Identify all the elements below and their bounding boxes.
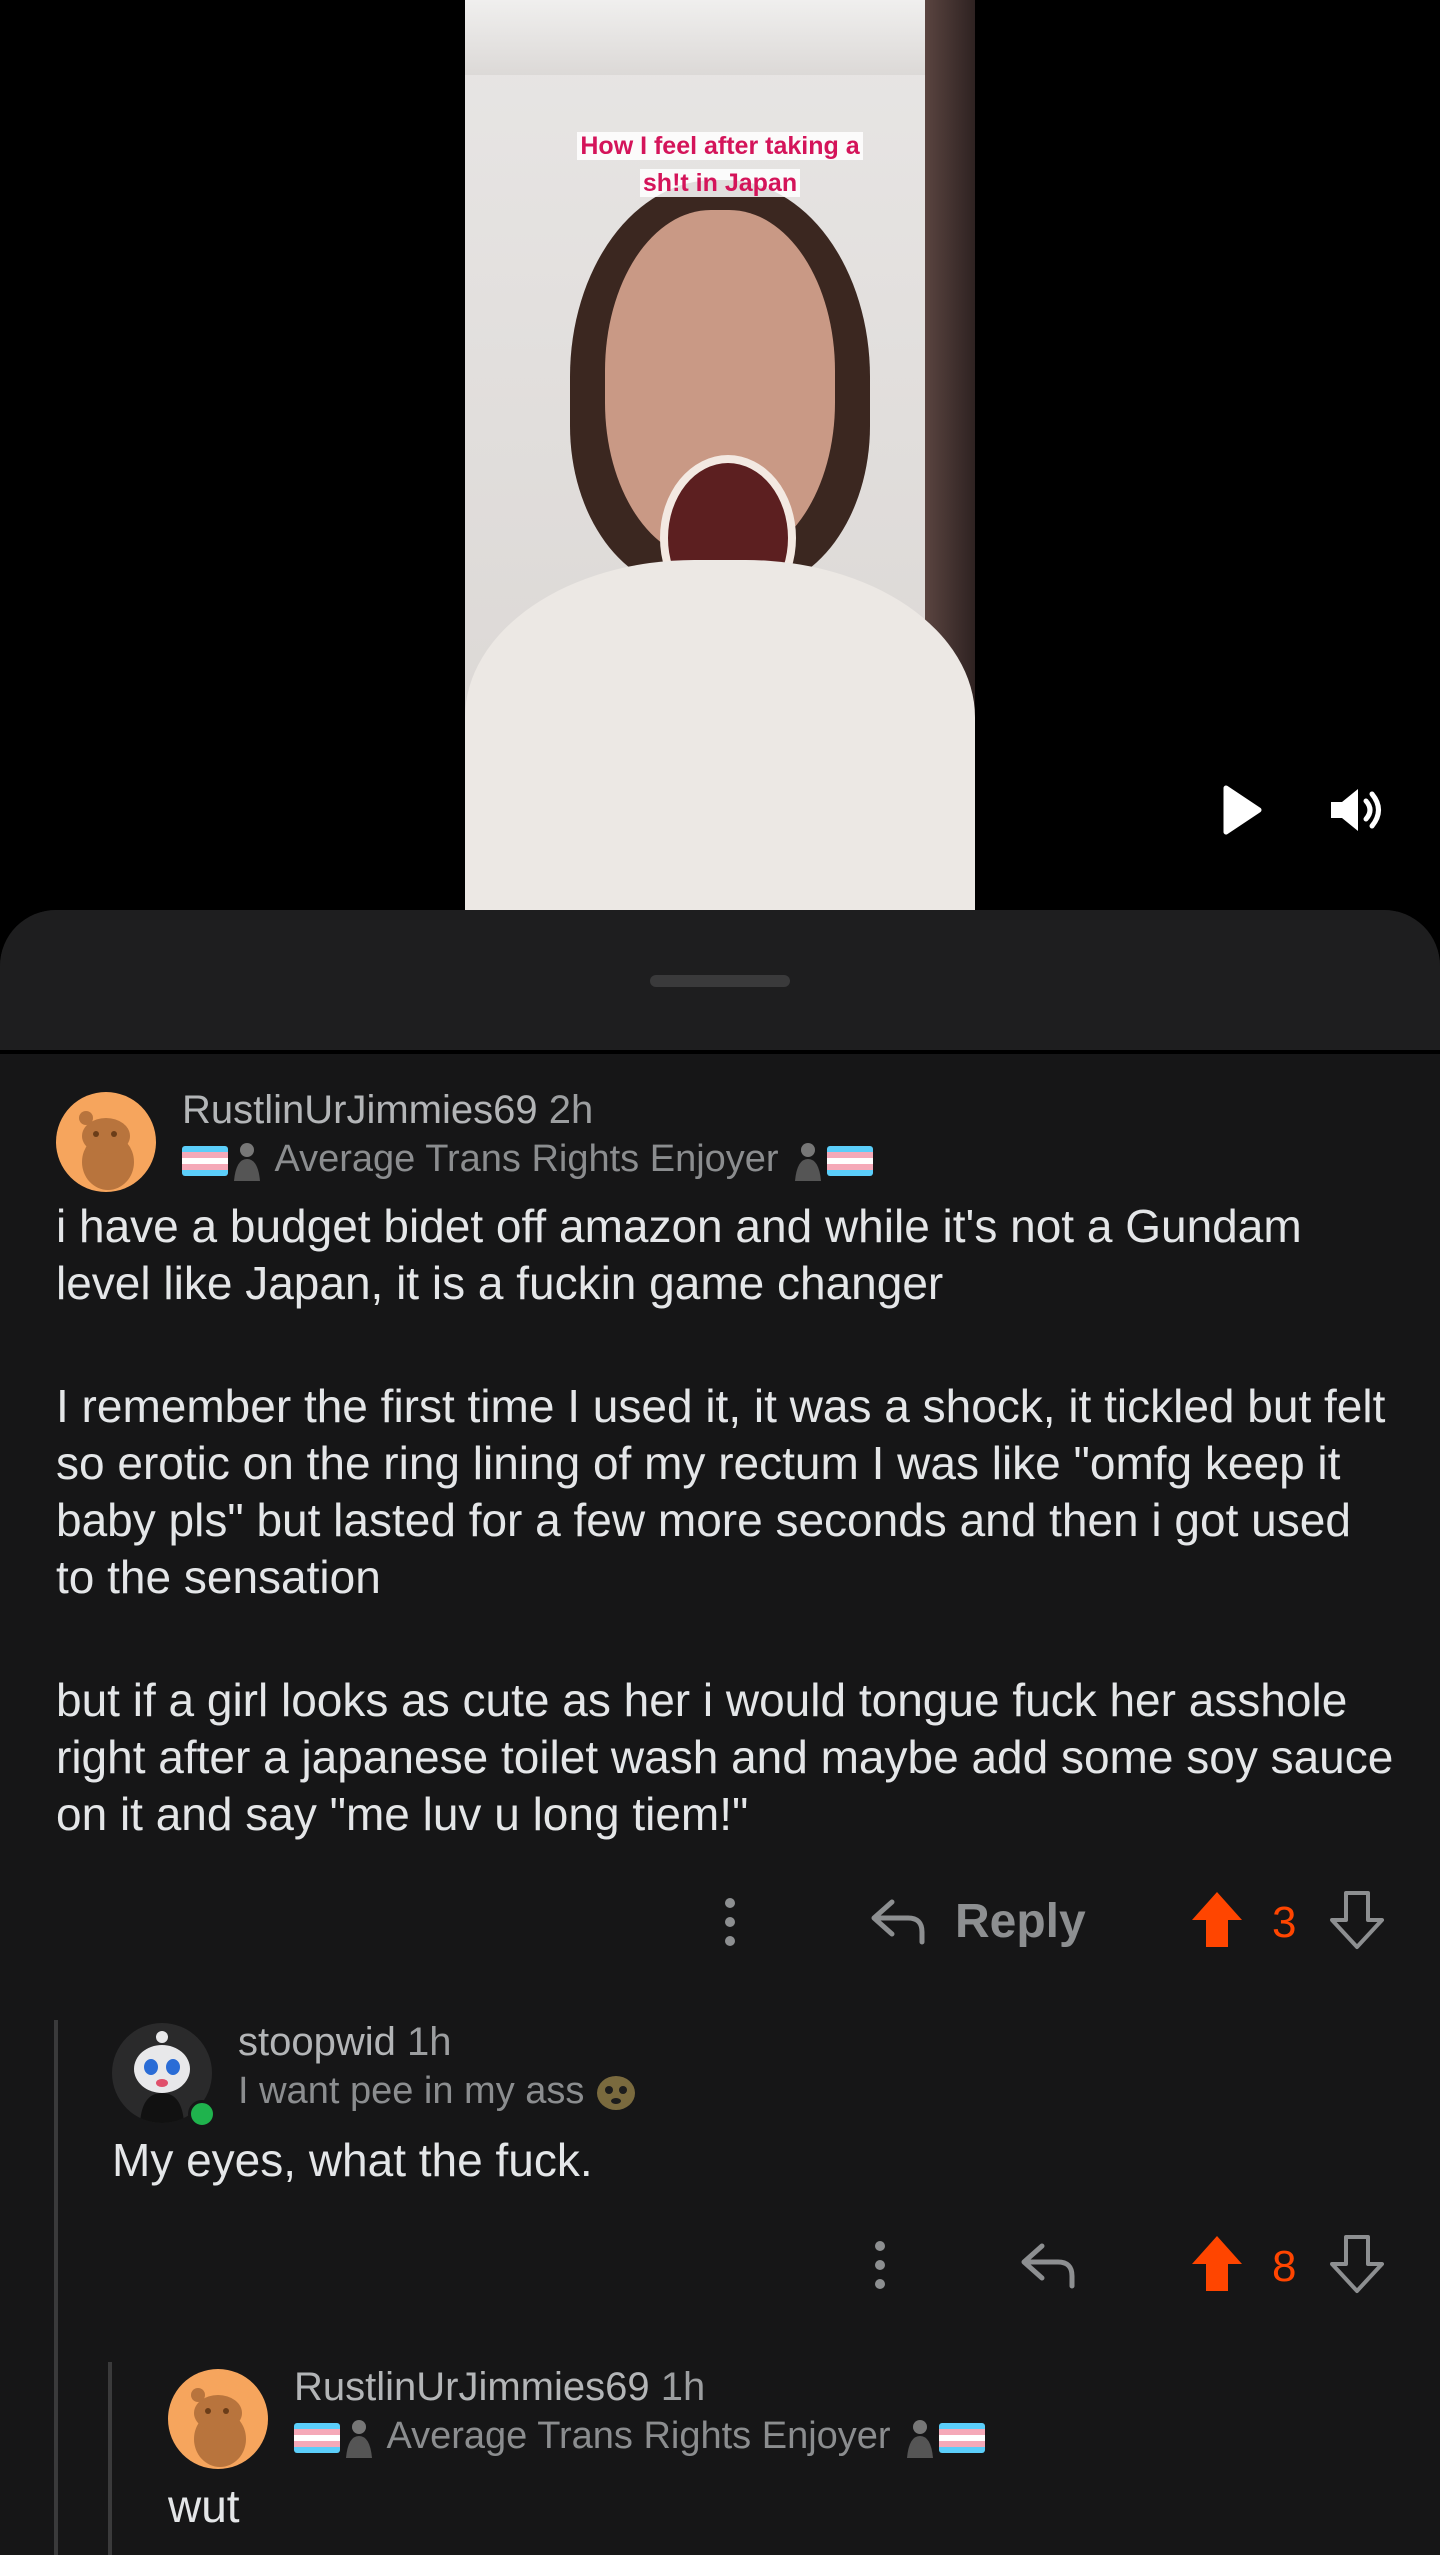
online-indicator <box>188 2100 216 2128</box>
play-icon <box>1223 785 1262 835</box>
more-vertical-icon <box>725 1898 735 1946</box>
sheet-header <box>0 910 1440 1054</box>
comment-body: My eyes, what the fuck. <box>112 2134 593 2186</box>
user-flair: I want pee in my ass <box>238 2070 637 2113</box>
downvote-button[interactable] <box>1330 1890 1384 1955</box>
snoo-avatar-icon <box>79 1111 134 1190</box>
video-person-sweater <box>465 560 975 910</box>
thread-line[interactable] <box>54 2020 58 2555</box>
vote-score: 8 <box>1272 2242 1297 2291</box>
trans-flag-icon <box>827 1145 874 1176</box>
reply-icon <box>1021 2243 1075 2289</box>
video-caption-line1: How I feel after taking a <box>577 132 863 160</box>
snoo-avatar-icon <box>191 2388 246 2467</box>
downvote-button[interactable] <box>1330 2234 1384 2299</box>
trans-flag-icon <box>294 2422 340 2453</box>
comment-body: I remember the first time I used it, it … <box>56 1380 1386 1603</box>
downvote-arrow-icon <box>1330 2235 1384 2293</box>
comment-age: 2h <box>548 1088 594 1132</box>
more-options-button[interactable] <box>715 1895 745 1954</box>
flair-text: I want pee in my ass <box>238 2070 585 2112</box>
user-avatar[interactable] <box>56 1092 156 1192</box>
comment-age: 1h <box>660 2365 706 2409</box>
more-options-button[interactable] <box>865 2238 895 2297</box>
thread-line[interactable] <box>108 2362 112 2555</box>
video-ceiling <box>465 0 975 75</box>
reply-button[interactable] <box>1020 2240 1076 2295</box>
comment-username-line: RustlinUrJimmies69 2h <box>182 1088 593 1133</box>
upvote-arrow-icon <box>1192 2236 1242 2291</box>
sound-button[interactable] <box>1328 785 1388 835</box>
video-caption-line2: sh!t in Japan <box>639 169 801 197</box>
video-caption: How I feel after taking a sh!t in Japan <box>465 128 975 202</box>
video-frame: How I feel after taking a sh!t in Japan <box>465 0 975 910</box>
trans-flag-icon <box>939 2422 986 2453</box>
comment-username-line: stoopwid 1h <box>238 2020 452 2065</box>
reply-icon <box>871 1899 925 1945</box>
comment-body: i have a budget bidet off amazon and whi… <box>56 1200 1302 1309</box>
volume-icon <box>1331 789 1381 831</box>
flair-text: Average Trans Rights Enjoyer <box>274 1138 779 1180</box>
upvote-button[interactable] <box>1190 2234 1244 2299</box>
comment-username-line: RustlinUrJimmies69 1h <box>294 2365 705 2410</box>
drag-handle[interactable] <box>650 975 790 987</box>
username[interactable]: RustlinUrJimmies69 <box>182 1088 538 1132</box>
username[interactable]: stoopwid <box>238 2020 396 2064</box>
comments-sheet: RustlinUrJimmies69 2h Average Trans Righ… <box>0 910 1440 2555</box>
reply-label: Reply <box>955 1895 1086 1948</box>
user-flair: Average Trans Rights Enjoyer <box>294 2415 986 2458</box>
upvote-button[interactable] <box>1190 1890 1244 1955</box>
reply-button[interactable]: Reply <box>870 1892 1090 1952</box>
figure-emoji-icon <box>907 2419 934 2458</box>
video-player[interactable]: How I feel after taking a sh!t in Japan <box>0 0 1440 910</box>
figure-emoji-icon <box>795 1142 822 1181</box>
trans-flag-icon <box>182 1145 228 1176</box>
user-avatar[interactable] <box>168 2369 268 2469</box>
comment-body: but if a girl looks as cute as her i wou… <box>56 1674 1394 1840</box>
figure-emoji-icon <box>234 1142 260 1181</box>
upvote-arrow-icon <box>1192 1892 1242 1947</box>
play-button[interactable] <box>1222 785 1262 835</box>
comment-age: 1h <box>407 2020 452 2064</box>
face-emoji-icon <box>596 2075 635 2110</box>
vote-score: 3 <box>1272 1898 1297 1947</box>
user-flair: Average Trans Rights Enjoyer <box>182 1138 874 1181</box>
more-vertical-icon <box>875 2241 885 2289</box>
comment-body: wut <box>168 2480 240 2532</box>
username[interactable]: RustlinUrJimmies69 <box>294 2365 650 2409</box>
flair-text: Average Trans Rights Enjoyer <box>386 2415 891 2457</box>
downvote-arrow-icon <box>1330 1891 1384 1949</box>
figure-emoji-icon <box>346 2419 372 2458</box>
